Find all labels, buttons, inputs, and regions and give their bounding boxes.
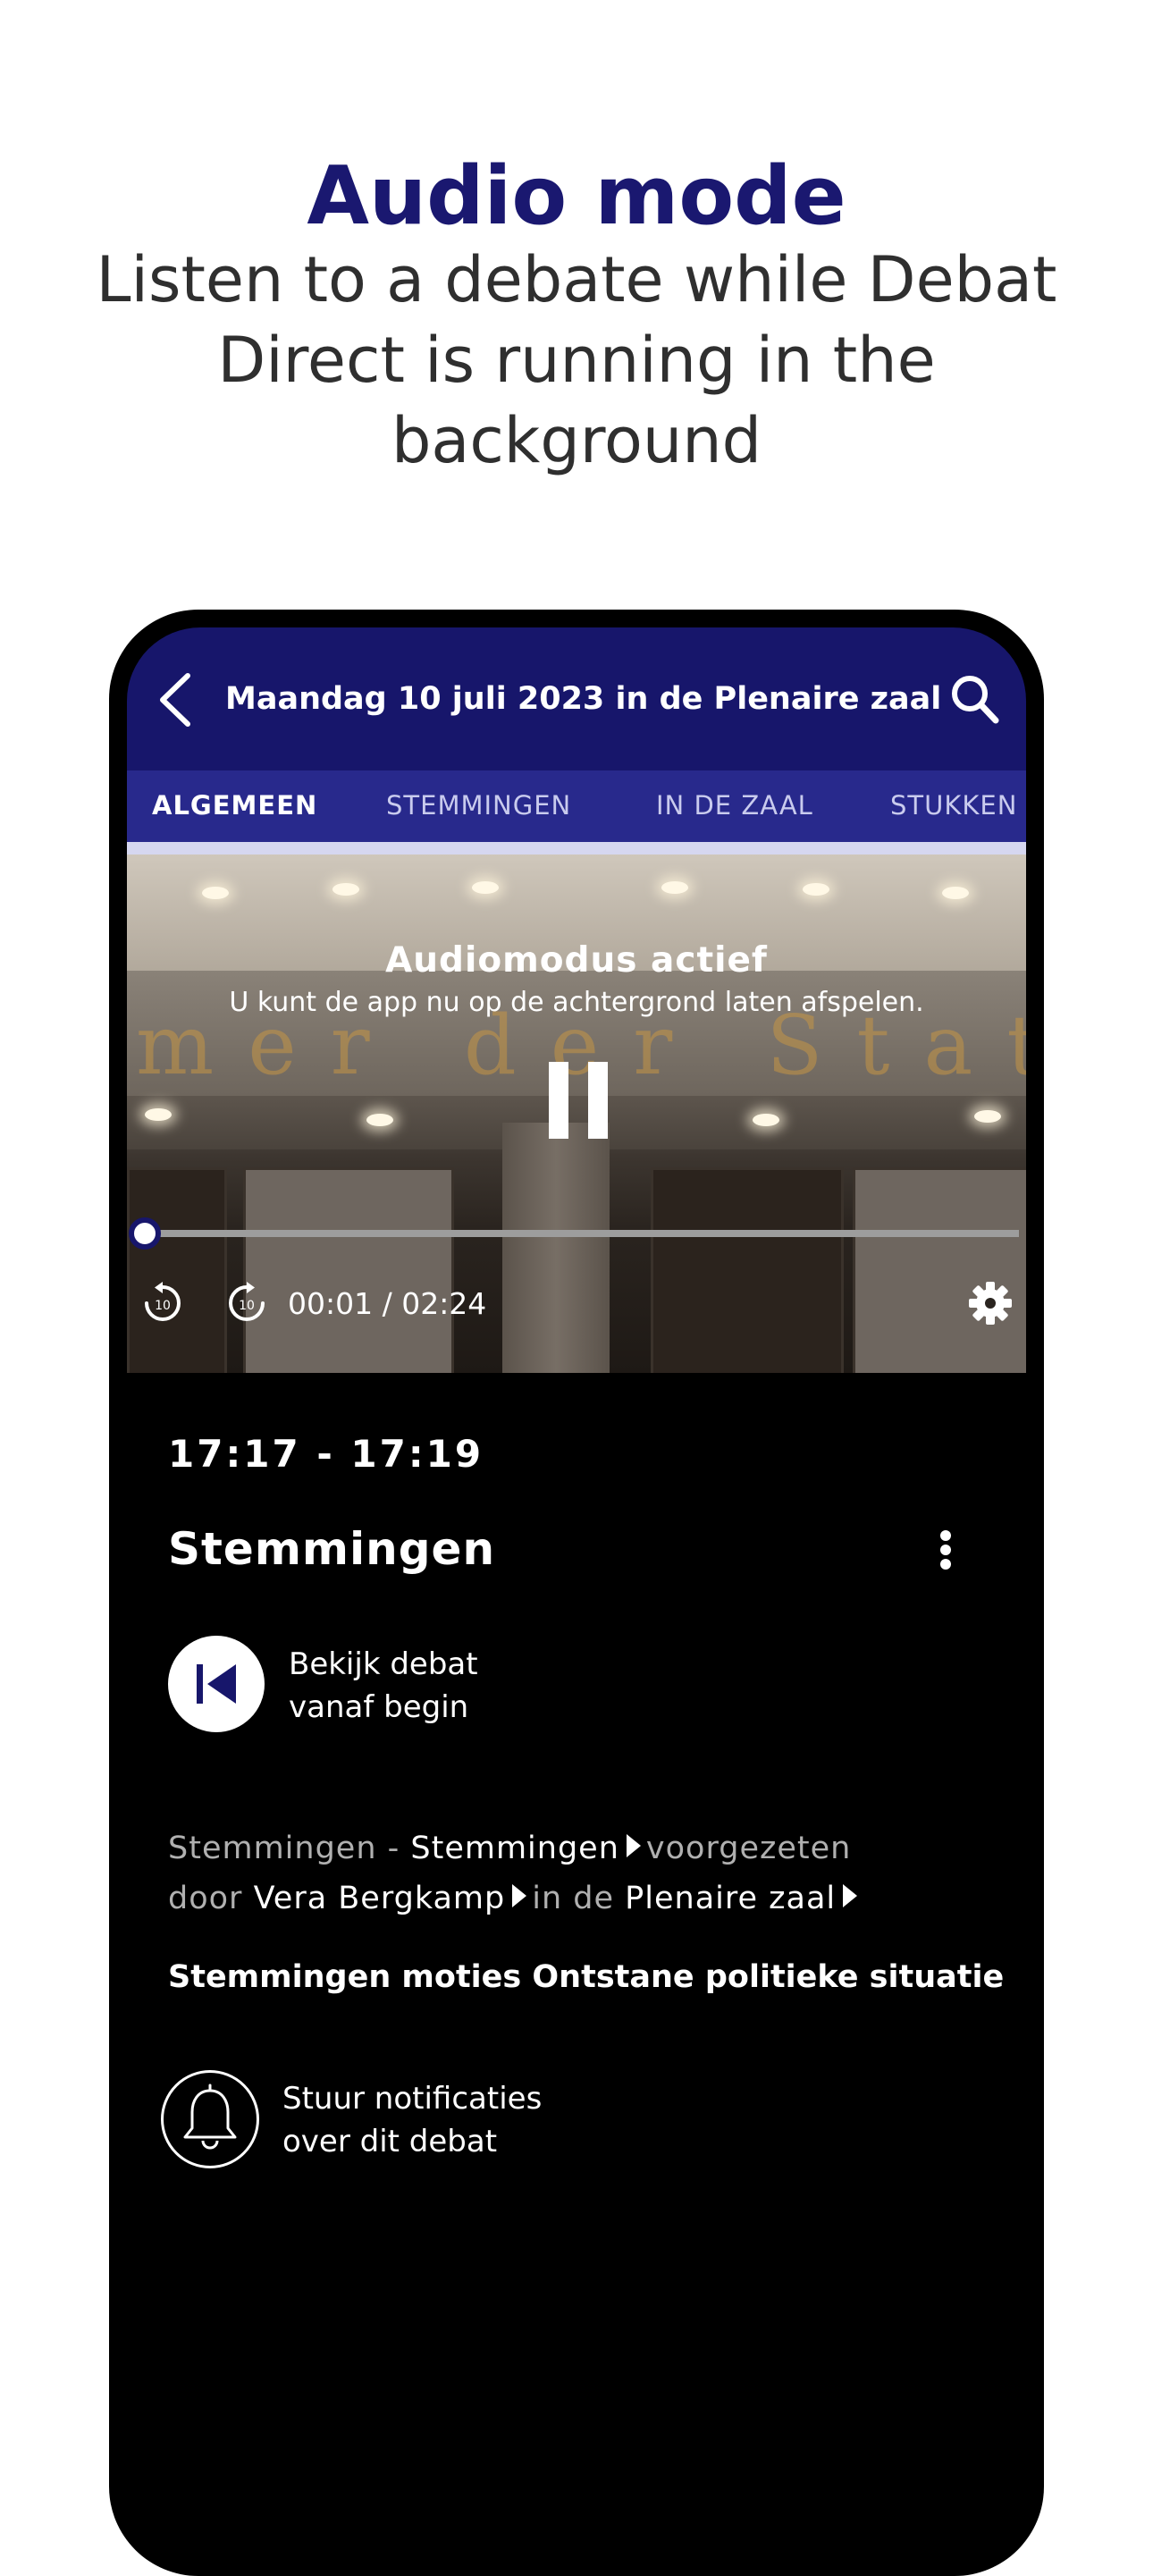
rewind-10-button[interactable]: 10	[141, 1282, 184, 1325]
meta-chaired-by: door	[168, 1881, 254, 1916]
debate-meta-line-2: door Vera Bergkamp in de Plenaire zaal	[168, 1881, 863, 1916]
more-vertical-icon	[940, 1530, 951, 1541]
gear-icon	[969, 1282, 1012, 1325]
top-app-bar: Maandag 10 juli 2023 in de Plenaire zaal	[127, 627, 1026, 770]
ceiling-light	[661, 881, 688, 894]
audio-mode-subtitle: U kunt de app nu op de achtergrond laten…	[229, 987, 924, 1018]
video-player[interactable]: mer der Staten Audiomodus actief U kunt …	[127, 854, 1026, 1373]
caret-right-icon	[843, 1884, 858, 1907]
chair-link[interactable]: Vera Bergkamp	[254, 1881, 506, 1916]
svg-text:10: 10	[155, 1299, 171, 1313]
settings-button[interactable]	[967, 1280, 1014, 1326]
tab-in-de-zaal[interactable]: IN DE ZAAL	[656, 790, 813, 821]
tab-stemmingen[interactable]: STEMMINGEN	[386, 790, 571, 821]
ceiling-light	[366, 1114, 393, 1126]
watch-from-start-label[interactable]: Bekijk debat vanaf begin	[289, 1643, 557, 1729]
category-link[interactable]: Stemmingen	[410, 1831, 619, 1866]
back-button[interactable]	[152, 669, 206, 731]
bell-icon	[183, 2084, 237, 2150]
tab-divider	[127, 842, 1026, 854]
tab-bar: ALGEMEEN STEMMINGEN IN DE ZAAL STUKKEN	[127, 770, 1026, 844]
pause-icon	[549, 1062, 568, 1139]
more-vertical-icon-dot	[940, 1545, 951, 1555]
skip-to-start-icon	[197, 1664, 236, 1704]
page-title: Maandag 10 juli 2023 in de Plenaire zaal	[225, 681, 942, 717]
wall-panel	[243, 1167, 454, 1373]
svg-text:10: 10	[239, 1299, 255, 1313]
caret-right-icon	[626, 1834, 641, 1857]
ceiling-light	[145, 1108, 172, 1121]
watch-from-start-button[interactable]	[168, 1636, 265, 1732]
debate-subject: Stemmingen moties Ontstane politieke sit…	[168, 1959, 1005, 1995]
notifications-button[interactable]	[161, 2070, 259, 2168]
meta-location-prefix: in de	[532, 1881, 626, 1916]
promo-title: Audio mode	[307, 149, 846, 243]
wall-panel	[127, 1167, 227, 1373]
wall-panel	[853, 1167, 1026, 1373]
ceiling-light	[332, 883, 359, 896]
watch-from-start-line2: vanaf begin	[289, 1689, 469, 1725]
search-icon	[952, 676, 999, 724]
rewind-10-icon: 10	[145, 1282, 181, 1321]
audio-mode-title: Audiomodus actief	[385, 940, 768, 981]
progress-handle[interactable]	[129, 1217, 161, 1250]
pause-button[interactable]	[549, 1062, 608, 1139]
meta-prefix: Stemmingen -	[168, 1831, 411, 1866]
ceiling-light	[803, 883, 829, 896]
forward-10-icon: 10	[229, 1282, 265, 1321]
ceiling-light	[974, 1110, 1001, 1123]
tab-stukken[interactable]: STUKKEN	[890, 790, 1017, 821]
ceiling-light	[202, 887, 229, 899]
caret-right-icon	[512, 1884, 527, 1907]
meta-chaired: voorgezeten	[645, 1831, 852, 1866]
pillar	[502, 1123, 610, 1373]
location-link[interactable]: Plenaire zaal	[625, 1881, 836, 1916]
ceiling-light	[472, 881, 499, 894]
ceiling-light	[753, 1114, 779, 1126]
tab-algemeen[interactable]: ALGEMEEN	[152, 790, 317, 821]
notifications-line2: over dit debat	[282, 2124, 498, 2159]
agenda-item-title: Stemmingen	[168, 1523, 496, 1575]
chevron-left-icon	[160, 673, 190, 727]
notifications-line1: Stuur notificaties	[282, 2081, 543, 2117]
more-vertical-icon-dot	[940, 1559, 951, 1570]
pause-icon-bar	[588, 1062, 608, 1139]
progress-bar[interactable]	[139, 1230, 1019, 1237]
app-screen: Maandag 10 juli 2023 in de Plenaire zaal…	[127, 627, 1026, 2540]
more-options-button[interactable]	[928, 1523, 964, 1577]
wall-panel	[651, 1167, 844, 1373]
debate-meta-line-1: Stemmingen - Stemmingen voorgezeten	[168, 1831, 851, 1866]
forward-10-button[interactable]: 10	[225, 1282, 268, 1325]
time-readout: 00:01 / 02:24	[288, 1286, 487, 1321]
watch-from-start-line1: Bekijk debat	[289, 1646, 478, 1682]
agenda-time-range: 17:17 - 17:19	[168, 1432, 484, 1476]
notifications-label[interactable]: Stuur notificaties over dit debat	[282, 2077, 595, 2163]
promo-subtitle: Listen to a debate while Debat Direct is…	[96, 243, 1057, 477]
ceiling-light	[942, 887, 969, 899]
search-button[interactable]	[947, 670, 1001, 728]
